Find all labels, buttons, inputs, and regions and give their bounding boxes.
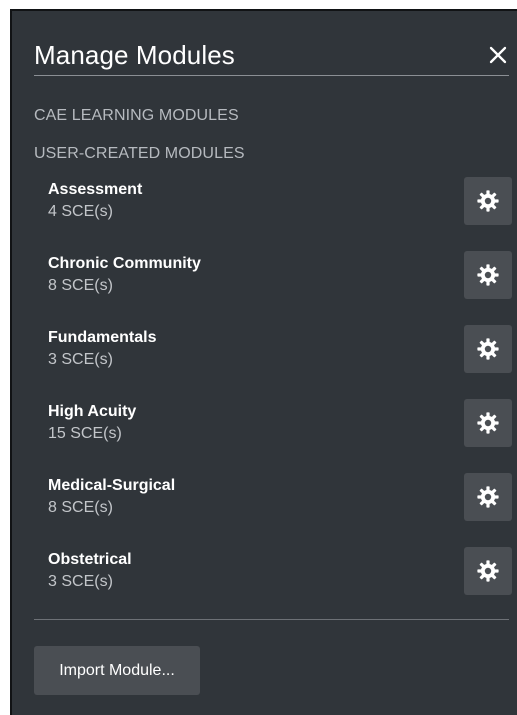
panel-header: Manage Modules <box>34 39 517 79</box>
module-sce-count: 15 SCE(s) <box>48 425 122 442</box>
gear-icon <box>477 264 499 286</box>
module-name: Assessment <box>48 181 143 198</box>
import-module-button[interactable]: Import Module... <box>34 646 200 695</box>
close-icon <box>489 46 507 64</box>
assessment-settings-button[interactable] <box>464 177 512 225</box>
chronic-community-settings-button[interactable] <box>464 251 512 299</box>
obstetrical-settings-button[interactable] <box>464 547 512 595</box>
module-name: Medical-Surgical <box>48 477 176 494</box>
module-item-medical-surgical: Medical-Surgical 8 SCE(s) <box>12 471 517 545</box>
close-button[interactable] <box>483 39 513 71</box>
module-name: Obstetrical <box>48 551 132 568</box>
gear-icon <box>477 412 499 434</box>
fundamentals-settings-button[interactable] <box>464 325 512 373</box>
manage-modules-panel: Manage Modules CAE LEARNING MODULES USER… <box>10 9 517 715</box>
module-item-chronic-community: Chronic Community 8 SCE(s) <box>12 249 517 323</box>
module-name: High Acuity <box>48 403 137 420</box>
gear-icon <box>477 560 499 582</box>
module-sce-count: 8 SCE(s) <box>48 499 113 516</box>
module-sce-count: 3 SCE(s) <box>48 351 113 368</box>
module-item-assessment: Assessment 4 SCE(s) <box>12 175 517 249</box>
medical-surgical-settings-button[interactable] <box>464 473 512 521</box>
gear-icon <box>477 190 499 212</box>
cae-learning-modules-heading: CAE LEARNING MODULES <box>34 107 239 124</box>
module-name: Fundamentals <box>48 329 157 346</box>
panel-title: Manage Modules <box>34 40 235 70</box>
header-divider <box>34 75 509 76</box>
gear-icon <box>477 486 499 508</box>
user-module-list: Assessment 4 SCE(s) Chronic Community 8 … <box>12 175 517 619</box>
module-item-fundamentals: Fundamentals 3 SCE(s) <box>12 323 517 397</box>
module-sce-count: 3 SCE(s) <box>48 573 113 590</box>
module-sce-count: 4 SCE(s) <box>48 203 113 220</box>
gear-icon <box>477 338 499 360</box>
module-name: Chronic Community <box>48 255 201 272</box>
module-item-high-acuity: High Acuity 15 SCE(s) <box>12 397 517 471</box>
module-sce-count: 8 SCE(s) <box>48 277 113 294</box>
user-created-modules-heading: USER-CREATED MODULES <box>34 145 245 162</box>
high-acuity-settings-button[interactable] <box>464 399 512 447</box>
footer-divider <box>34 619 509 620</box>
module-item-obstetrical: Obstetrical 3 SCE(s) <box>12 545 517 619</box>
